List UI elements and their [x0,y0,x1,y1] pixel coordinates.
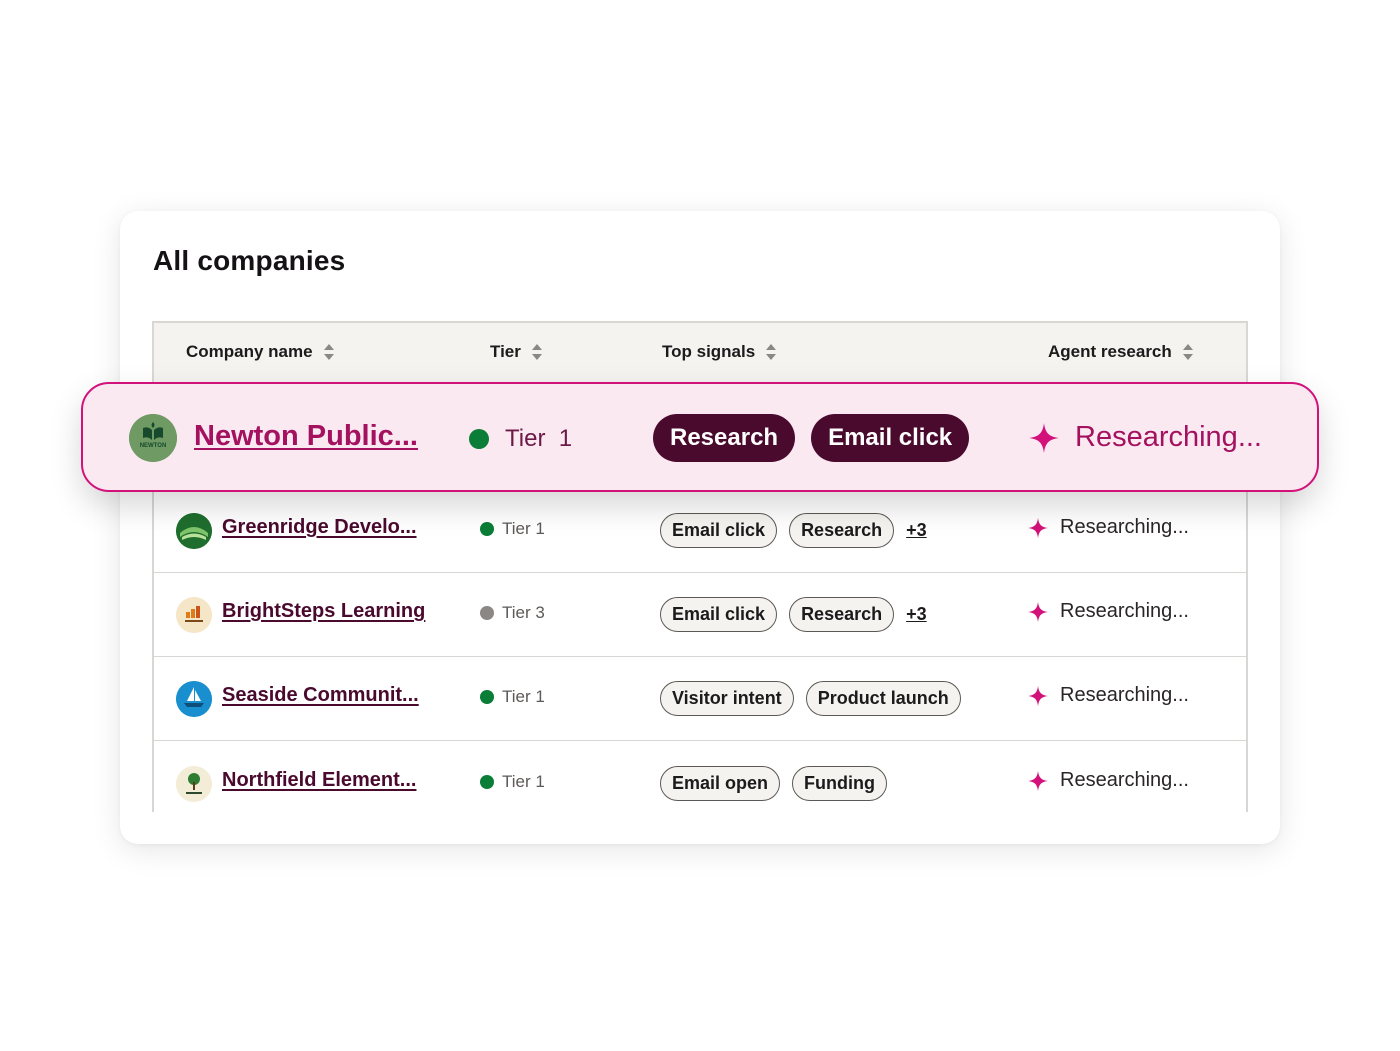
companies-card: All companies Company name Tier Top sign… [120,211,1280,844]
sort-icon[interactable] [765,343,777,361]
more-signals-link[interactable]: +3 [906,520,927,541]
table-row[interactable]: Seaside Communit... Tier 1 Visitor inten… [154,657,1246,741]
signal-chip[interactable]: Email open [660,766,781,801]
agent-research-status: Researching... [1029,421,1262,454]
company-logo [176,513,212,549]
sparkle-icon [1028,601,1048,622]
signal-chip[interactable]: Email click [811,414,970,462]
sort-icon[interactable] [323,343,335,361]
signal-chip[interactable]: Product launch [805,681,961,716]
tier-label: Tier 1 [502,519,545,538]
company-logo [176,597,212,633]
column-header-tier[interactable]: Tier [490,342,543,362]
tier-label: Tier 1 [505,425,573,452]
signal-list: Email click Research +3 [660,597,927,632]
tier-label: Tier 1 [502,772,545,791]
research-status-label: Researching... [1060,600,1189,622]
table-row[interactable]: BrightSteps Learning Tier 3 Email click … [154,573,1246,657]
sparkle-icon [1028,770,1048,791]
signal-list: Visitor intent Product launch [660,681,973,716]
column-header-company-name[interactable]: Company name [186,342,335,362]
table-header: Company name Tier Top signals Agent rese… [154,323,1246,383]
column-label: Tier [490,342,521,361]
highlighted-row[interactable]: NEWTON Newton Public... Tier 1 Research … [81,382,1319,492]
table-row[interactable]: Greenridge Develo... Tier 1 Email click … [154,489,1246,573]
agent-research-status: Researching... [1028,684,1189,707]
table-row[interactable]: Northfield Element... Tier 1 Email open … [154,741,1246,812]
signal-chip[interactable]: Research [789,597,895,632]
research-status-label: Researching... [1060,684,1189,706]
more-signals-link[interactable]: +3 [906,604,927,625]
signal-chip[interactable]: Email click [660,513,778,548]
tier-label: Tier 1 [502,687,545,706]
column-label: Top signals [662,342,756,361]
signal-chip[interactable]: Visitor intent [660,681,794,716]
company-logo [176,766,212,802]
research-status-label: Researching... [1075,421,1262,453]
agent-research-status: Researching... [1028,769,1189,792]
tier-dot-icon [469,429,489,449]
tier-dot-icon [480,690,494,704]
tier-dot-icon [480,775,494,789]
research-status-label: Researching... [1060,516,1189,538]
tier-indicator: Tier 1 [469,425,572,453]
tier-dot-icon [480,522,494,536]
company-name-link[interactable]: Seaside Communit... [222,684,419,707]
sort-icon[interactable] [531,343,543,361]
tier-indicator: Tier 1 [480,687,545,707]
logo-text: NEWTON [140,443,167,449]
company-logo: NEWTON [129,414,177,462]
signal-chip[interactable]: Funding [792,766,888,801]
sort-icon[interactable] [1182,343,1194,361]
page-title: All companies [153,245,346,276]
signal-chip[interactable]: Email click [660,597,778,632]
column-header-top-signals[interactable]: Top signals [662,342,777,362]
signal-chip[interactable]: Research [789,513,895,548]
signal-list: Email click Research +3 [660,513,927,548]
company-logo [176,681,212,717]
tier-dot-icon [480,606,494,620]
agent-research-status: Researching... [1028,516,1189,539]
signal-chip[interactable]: Research [653,414,796,462]
column-label: Agent research [1048,342,1172,361]
company-name-link[interactable]: Newton Public... [194,420,418,453]
company-name-link[interactable]: BrightSteps Learning [222,600,425,623]
agent-research-status: Researching... [1028,600,1189,623]
tier-indicator: Tier 1 [480,519,545,539]
tier-indicator: Tier 1 [480,772,545,792]
sparkle-icon [1028,517,1048,538]
signal-list: Research Email click [653,414,985,462]
sparkle-icon [1028,685,1048,706]
tier-label: Tier 3 [502,603,545,622]
sparkle-icon [1029,422,1059,453]
tier-indicator: Tier 3 [480,603,545,623]
column-header-agent-research[interactable]: Agent research [1048,342,1194,362]
company-name-link[interactable]: Greenridge Develo... [222,516,417,539]
research-status-label: Researching... [1060,769,1189,791]
signal-list: Email open Funding [660,766,899,801]
company-name-link[interactable]: Northfield Element... [222,769,416,792]
column-label: Company name [186,342,313,361]
